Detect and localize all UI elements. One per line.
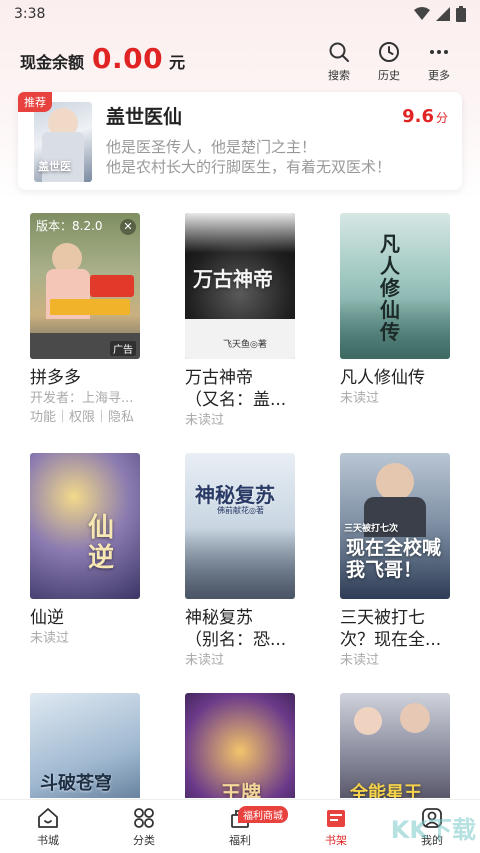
score-unit: 分 [435,111,448,125]
book-item[interactable]: 凡人修仙传 凡人修仙传 未读过 [340,213,452,408]
book-cover-title: 万古神帝 [193,267,273,291]
ad-developer: 开发者：上海寻... [30,391,134,406]
cash-balance[interactable]: 现金余额 0.00 元 [20,42,185,75]
book-title: 神秘复苏 [185,608,253,628]
top-actions: 搜索 历史 更多 [314,40,464,83]
more-button[interactable]: 更多 [414,40,464,83]
history-button[interactable]: 历史 [364,40,414,83]
book-cover-author: 佛前献花◎著 [217,506,264,515]
score-value: 9.6 [402,106,434,127]
battery-icon [456,6,466,22]
home-icon [38,807,58,828]
search-label: 搜索 [328,69,350,82]
book-status: 未读过 [340,391,380,406]
balance-value: 0.00 [92,42,164,75]
ad-close-button[interactable]: ✕ [120,219,136,235]
ad-label: 广告 [110,341,136,356]
book-cover-title: 全能星王 [350,783,422,798]
book-cover: 三天被打七次 现在全校喊我飞哥！ [340,453,450,599]
book-cover: 神秘复苏 佛前献花◎著 [185,453,295,599]
recommend-intro-line1: 他是医圣传人，他是楚门之主！ [106,138,317,156]
recommend-intro-line2: 他是农村长大的行脚医生，有着无双医术！ [106,158,392,176]
more-icon [430,50,448,54]
welfare-mall-tag: 福利商城 [238,806,288,823]
book-item[interactable]: 斗破苍穹 [30,693,142,798]
book-cover-title: 仙逆 [88,513,115,573]
book-cover-title: 凡人修仙传 [380,232,400,344]
book-title: 凡人修仙传 [340,368,425,388]
book-cover: 斗破苍穹 [30,693,140,798]
book-title-line2: （别名：恐... [185,630,287,650]
nav-bookshelf[interactable]: 书架 [288,800,384,853]
nav-welfare[interactable]: 福利 福利商城 [192,800,288,853]
book-cover: 万古神帝 飞天鱼◎著 [185,213,295,359]
book-item[interactable]: 三天被打七次 现在全校喊我飞哥！ 三天被打七 次？现在全... 未读过 [340,453,452,670]
book-item[interactable]: 神秘复苏 佛前献花◎著 神秘复苏 （别名：恐... 未读过 [185,453,297,670]
book-cover-title: 斗破苍穹 [40,773,112,794]
nav-label: 福利 [229,833,251,847]
book-title-line2: 次？现在全... [340,630,442,650]
search-button[interactable]: 搜索 [314,40,364,83]
recommend-title: 盖世医仙 [106,106,183,128]
book-title-line2: （又名：盖... [185,390,287,410]
nav-label: 书城 [37,833,59,847]
clock-icon [379,42,399,62]
bookshelf-grid: 版本：8.2.0 ✕ 广告 拼多多 开发者：上海寻... 功能｜权限｜隐私 万古… [30,213,470,798]
book-status: 未读过 [340,653,380,668]
recommend-score: 9.6 分 [402,106,448,127]
recommend-card[interactable]: 盖世医 推荐 盖世医仙 9.6 分 他是医圣传人，他是楚门之主！ 他是农村长大的… [18,92,462,190]
balance-unit: 元 [169,53,186,72]
book-title: 万古神帝 [185,368,253,388]
app-screen: 3:38 现金余额 0.00 元 搜索 历史 更多 盖世医 推荐 盖世医仙 9.… [0,0,480,853]
ad-tile[interactable]: 版本：8.2.0 ✕ 广告 拼多多 开发者：上海寻... 功能｜权限｜隐私 [30,213,142,427]
balance-label: 现金余额 [20,53,85,72]
status-icons [414,6,466,22]
book-cover: 全能星王 [340,693,450,798]
recommend-cover-text: 盖世医 [38,160,71,173]
ad-cover: 版本：8.2.0 ✕ 广告 [30,213,140,359]
nav-bookstore[interactable]: 书城 [0,800,96,853]
nav-label: 书架 [325,833,347,847]
recommend-cover: 盖世医 [34,102,92,182]
search-icon [329,42,349,62]
book-title: 三天被打七 [340,608,425,628]
book-cover-title: 王牌 [221,781,261,798]
book-title: 仙逆 [30,608,64,628]
book-item[interactable]: 万古神帝 飞天鱼◎著 万古神帝 （又名：盖... 未读过 [185,213,297,430]
book-status: 未读过 [185,413,225,428]
book-status: 未读过 [185,653,225,668]
book-cover-title: 现在全校喊我飞哥！ [346,537,442,581]
book-cover: 仙逆 [30,453,140,599]
book-cover: 凡人修仙传 [340,213,450,359]
book-cover: 王牌 [185,693,295,798]
ad-links[interactable]: 功能｜权限｜隐私 [30,408,142,427]
book-item[interactable]: 全能星王 [340,693,452,798]
wifi-icon [414,7,430,20]
book-cover-subtitle: 三天被打七次 [344,524,399,534]
book-cover-title: 神秘复苏 [195,483,275,507]
signal-icon [436,7,450,21]
nav-label: 分类 [133,833,155,847]
ad-title: 拼多多 [30,368,81,388]
header: 现金余额 0.00 元 搜索 历史 更多 [0,40,480,84]
book-item[interactable]: 仙逆 仙逆 未读过 [30,453,142,648]
watermark: KK下载 [390,816,476,844]
status-bar: 3:38 [0,0,480,28]
book-item[interactable]: 王牌 [185,693,297,798]
history-label: 历史 [378,69,400,82]
more-label: 更多 [428,69,450,82]
ad-version: 版本：8.2.0 [36,219,103,233]
bookshelf-icon [327,809,345,827]
nav-category[interactable]: 分类 [96,800,192,853]
grid-icon [134,807,154,828]
status-time: 3:38 [14,6,46,22]
book-status: 未读过 [30,631,70,646]
recommend-badge: 推荐 [18,92,52,112]
book-cover-author: 飞天鱼◎著 [223,340,267,350]
